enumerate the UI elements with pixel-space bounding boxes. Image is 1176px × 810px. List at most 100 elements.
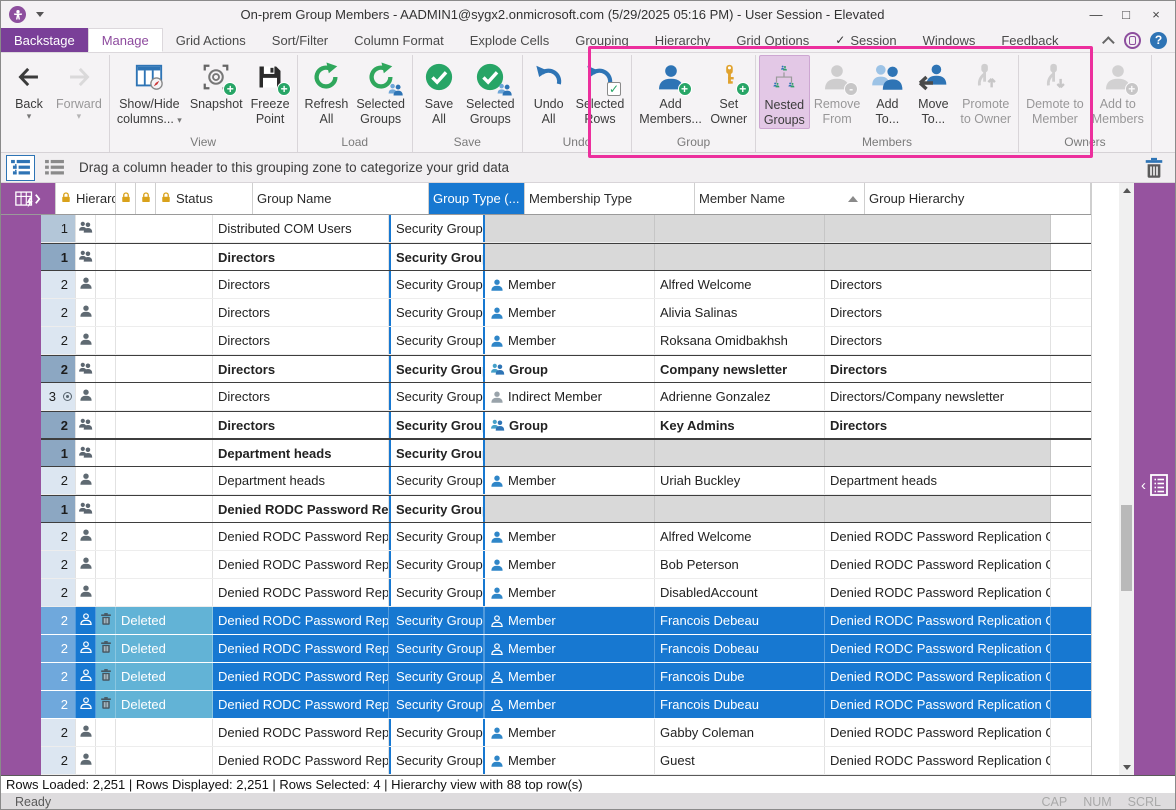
column-header-hierarc[interactable]: Hierarc... xyxy=(56,183,116,214)
refresh-all-button[interactable]: Refresh All xyxy=(301,55,353,127)
add-members-button[interactable]: +Add Members... xyxy=(635,55,706,127)
status-cell xyxy=(116,523,213,550)
minimize-button[interactable]: — xyxy=(1081,4,1111,26)
lock-icon xyxy=(140,191,152,207)
ribbon-group-label: Load xyxy=(301,135,409,152)
tab-session[interactable]: ✓Session xyxy=(822,28,909,52)
tab-column-format[interactable]: Column Format xyxy=(341,28,457,52)
tab-manage[interactable]: Manage xyxy=(88,28,163,52)
table-row[interactable]: 2DeletedDenied RODC Password Replication… xyxy=(1,607,1091,635)
ribbon-button-label: Nested Groups xyxy=(764,98,805,128)
indirect-member-marker-icon xyxy=(63,392,72,401)
quick-access-dropdown[interactable] xyxy=(36,12,44,17)
table-row[interactable]: 2Denied RODC Password Replication GroupS… xyxy=(1,551,1091,579)
tab-backstage[interactable]: Backstage xyxy=(1,28,88,52)
tab-grid-options[interactable]: Grid Options xyxy=(723,28,822,52)
ribbon-button-label: Selected Rows xyxy=(576,97,625,127)
scrollbar-thumb[interactable] xyxy=(1121,505,1132,591)
collapse-ribbon-icon[interactable] xyxy=(1102,36,1115,49)
table-row[interactable]: −1Department headsSecurity Group xyxy=(1,439,1091,467)
vertical-scrollbar[interactable] xyxy=(1119,183,1134,775)
table-row[interactable]: 2DeletedDenied RODC Password Replication… xyxy=(1,691,1091,719)
tab-windows[interactable]: Windows xyxy=(910,28,989,52)
nested-groups-button[interactable]: Nested Groups xyxy=(759,55,810,129)
delete-rows-icon[interactable] xyxy=(1142,156,1166,180)
tab-sort-filter[interactable]: Sort/Filter xyxy=(259,28,341,52)
expand-side-panel-button[interactable]: ‹ xyxy=(1141,195,1170,775)
selected-groups-button[interactable]: Selected Groups xyxy=(352,55,409,127)
group-hierarchy-cell: Denied RODC Password Replication Group xyxy=(825,523,1051,550)
flat-view-toggle[interactable] xyxy=(40,155,69,181)
deletion-flag-cell xyxy=(96,327,116,354)
column-header-membership-type[interactable]: Membership Type xyxy=(525,183,695,214)
status-text: Deleted xyxy=(121,697,166,712)
undo-all-button[interactable]: Undo All xyxy=(526,55,572,127)
tab-explode-cells[interactable]: Explode Cells xyxy=(457,28,563,52)
save-all-button[interactable]: Save All xyxy=(416,55,462,127)
column-header-status[interactable]: Status xyxy=(156,183,253,214)
tab-label: Feedback xyxy=(1001,33,1058,48)
set-owner-button[interactable]: +Set Owner xyxy=(706,55,752,127)
table-row[interactable]: 2DeletedDenied RODC Password Replication… xyxy=(1,635,1091,663)
selected-groups-button[interactable]: Selected Groups xyxy=(462,55,519,127)
tab-grid-actions[interactable]: Grid Actions xyxy=(163,28,259,52)
ribbon-button-label: Demote to Member xyxy=(1026,97,1084,127)
maximize-button[interactable]: □ xyxy=(1111,4,1141,26)
close-button[interactable]: × xyxy=(1141,4,1171,26)
ribbon-button-label: Save All xyxy=(425,97,454,127)
table-row[interactable]: 2Denied RODC Password Replication GroupS… xyxy=(1,719,1091,747)
table-row[interactable]: 2Denied RODC Password Replication GroupS… xyxy=(1,523,1091,551)
column-header-group-name[interactable]: Group Name xyxy=(253,183,429,214)
show-hide-columns-button[interactable]: Show/Hide columns... ▾ xyxy=(113,55,186,127)
object-type-cell xyxy=(76,496,96,522)
person-icon xyxy=(79,276,93,293)
membership-group-icon xyxy=(490,362,505,376)
lock-icon xyxy=(60,191,72,207)
membership-type-cell: Member xyxy=(485,467,655,494)
app-icon[interactable] xyxy=(9,6,26,23)
hierarchy-level-number: 2 xyxy=(61,697,75,712)
table-row[interactable]: 2Denied RODC Password Replication GroupS… xyxy=(1,747,1091,775)
help-icon[interactable]: ? xyxy=(1150,32,1167,49)
tab-feedback[interactable]: Feedback xyxy=(988,28,1071,52)
grid-corner-button[interactable] xyxy=(1,183,56,214)
back-button[interactable]: Back▾ xyxy=(6,55,52,120)
group-name-cell: Distributed COM Users xyxy=(213,215,389,242)
column-header-lock-2[interactable] xyxy=(136,183,156,214)
table-row[interactable]: 3DirectorsSecurity GroupIndirect MemberA… xyxy=(1,383,1091,411)
table-row[interactable]: −1DirectorsSecurity Group xyxy=(1,243,1091,271)
column-header-member-name[interactable]: Member Name xyxy=(695,183,865,214)
column-header-lock-1[interactable] xyxy=(116,183,136,214)
snapshot-button[interactable]: +Snapshot xyxy=(186,55,247,112)
tab-hierarchy[interactable]: Hierarchy xyxy=(642,28,724,52)
table-row[interactable]: 2Department headsSecurity GroupMemberUri… xyxy=(1,467,1091,495)
table-row[interactable]: −2DirectorsSecurity GroupGroupCompany ne… xyxy=(1,355,1091,383)
deletion-flag-cell xyxy=(96,579,116,606)
add-to-icon xyxy=(868,58,906,96)
object-type-cell xyxy=(76,719,96,746)
column-header-group-type[interactable]: Group Type (... xyxy=(429,183,525,214)
person-icon xyxy=(79,724,93,741)
table-row[interactable]: 2DirectorsSecurity GroupMemberRoksana Om… xyxy=(1,327,1091,355)
table-row[interactable]: 2DirectorsSecurity GroupMemberAlfred Wel… xyxy=(1,271,1091,299)
selected-rows-button[interactable]: ✓Selected Rows xyxy=(572,55,629,127)
table-row[interactable]: −1Denied RODC Password Replication Group… xyxy=(1,495,1091,523)
add-to-button[interactable]: Add To... xyxy=(864,55,910,127)
table-row[interactable]: 2DeletedDenied RODC Password Replication… xyxy=(1,663,1091,691)
freeze-point-button[interactable]: +Freeze Point xyxy=(247,55,294,127)
scroll-up-arrow[interactable] xyxy=(1119,183,1134,198)
tab-grouping[interactable]: Grouping xyxy=(562,28,641,52)
back-arrow-icon xyxy=(10,58,48,96)
table-row[interactable]: 1Distributed COM UsersSecurity Group xyxy=(1,215,1091,243)
table-row[interactable]: +2DirectorsSecurity GroupGroupKey Admins… xyxy=(1,411,1091,439)
move-to-button[interactable]: Move To... xyxy=(910,55,956,127)
membership-type-cell: Group xyxy=(485,356,655,382)
table-row[interactable]: 2DirectorsSecurity GroupMemberAlivia Sal… xyxy=(1,299,1091,327)
column-header-group-hierarchy[interactable]: Group Hierarchy xyxy=(865,183,1091,214)
group-name-cell: Denied RODC Password Replication Group xyxy=(213,635,389,662)
touch-mode-icon[interactable] xyxy=(1124,32,1141,49)
scroll-down-arrow[interactable] xyxy=(1119,760,1134,775)
membership-type-label: Member xyxy=(508,669,556,684)
hierarchy-view-toggle[interactable] xyxy=(6,155,35,181)
table-row[interactable]: 2Denied RODC Password Replication GroupS… xyxy=(1,579,1091,607)
